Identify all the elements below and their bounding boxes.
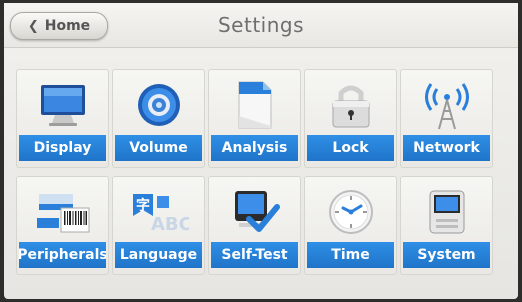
tile-display[interactable]: Display (16, 69, 109, 168)
svg-text:字: 字 (136, 197, 150, 214)
tile-label: Language (115, 242, 202, 268)
tile-label: Time (307, 242, 394, 268)
tile-time[interactable]: Time (304, 176, 397, 275)
antenna-icon (424, 83, 469, 130)
header-bar: ❮ Home Settings (4, 3, 518, 48)
settings-grid: Display Volume Analysis Lock Network Per… (16, 69, 493, 275)
tile-label: Analysis (211, 135, 298, 161)
page-title: Settings (217, 13, 305, 37)
tile-system[interactable]: System (400, 176, 493, 275)
tile-volume[interactable]: Volume (112, 69, 205, 168)
display-icon (40, 85, 85, 126)
svg-text:ABC: ABC (151, 214, 189, 235)
tile-label: Network (403, 135, 490, 161)
barcode-printer-icon (36, 194, 89, 233)
tile-label: Lock (307, 135, 394, 161)
clock-icon (328, 190, 373, 234)
tile-language[interactable]: 字 ABC Language (112, 176, 205, 275)
tile-label: Self-Test (211, 242, 298, 268)
tile-network[interactable]: Network (400, 69, 493, 168)
document-icon (238, 81, 271, 129)
system-device-icon (429, 190, 464, 234)
tile-label: Peripherals (19, 242, 106, 268)
speaker-icon (137, 84, 180, 126)
tile-label: Display (19, 135, 106, 161)
settings-screen: ❮ Home Settings Display Volume Analysis … (4, 3, 518, 299)
tile-lock[interactable]: Lock (304, 69, 397, 168)
tile-label: Volume (115, 135, 202, 161)
tile-label: System (403, 242, 490, 268)
self-test-check-icon (234, 191, 280, 232)
tile-self-test[interactable]: Self-Test (208, 176, 301, 275)
lock-icon (332, 85, 369, 128)
tile-peripherals[interactable]: Peripherals (16, 176, 109, 275)
language-abc-icon: 字 ABC (132, 194, 189, 235)
tile-analysis[interactable]: Analysis (208, 69, 301, 168)
